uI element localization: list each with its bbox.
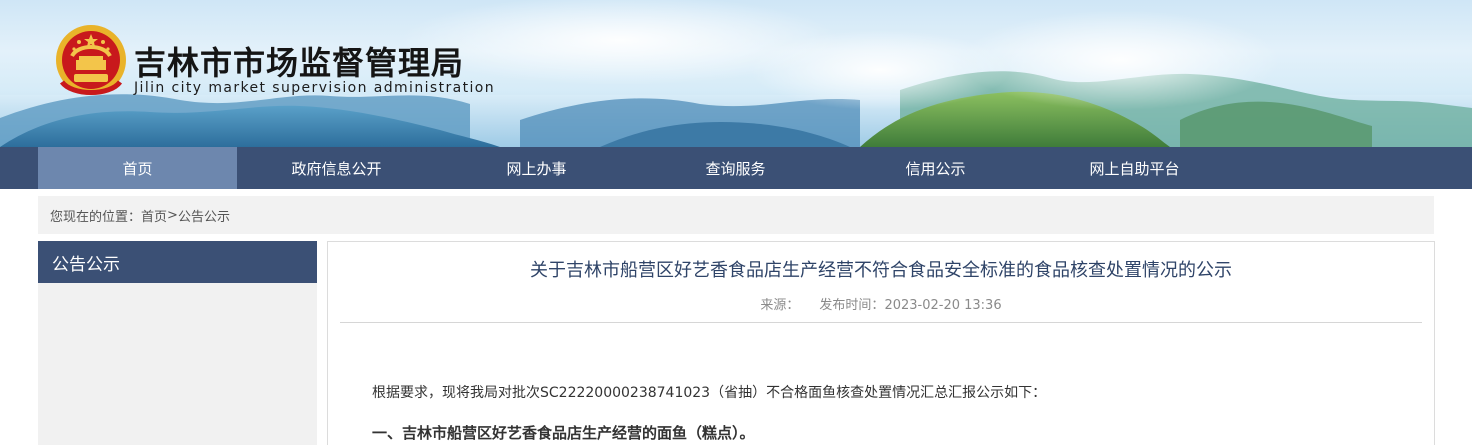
breadcrumb: 您现在的位置： 首页 > 公告公示 <box>38 196 1434 234</box>
breadcrumb-home-link[interactable]: 首页 <box>141 206 167 225</box>
sidebar: 公告公示 <box>38 241 317 445</box>
nav-item-self-service[interactable]: 网上自助平台 <box>1035 147 1234 189</box>
article-intro: 根据要求，现将我局对批次SC22220000238741023（省抽）不合格面鱼… <box>372 385 1047 401</box>
national-emblem-icon <box>56 25 126 95</box>
sidebar-heading: 公告公示 <box>38 241 317 283</box>
source-label: 来源： <box>760 298 800 313</box>
article-panel: 关于吉林市船营区好艺香食品店生产经营不符合食品安全标准的食品核查处置情况的公示 … <box>327 241 1435 445</box>
article-meta: 来源： 发布时间：2023-02-20 13:36 <box>328 294 1434 313</box>
publish-time: 2023-02-20 13:36 <box>884 298 1002 313</box>
article-section-heading: 一、吉林市船营区好艺香食品店生产经营的面鱼（糕点）。 <box>372 424 755 442</box>
title-divider <box>340 322 1422 323</box>
breadcrumb-prefix: 您现在的位置： <box>50 209 142 225</box>
article-title: 关于吉林市船营区好艺香食品店生产经营不符合食品安全标准的食品核查处置情况的公示 <box>530 260 1232 281</box>
nav-item-credit-disclosure[interactable]: 信用公示 <box>836 147 1035 189</box>
nav-item-home[interactable]: 首页 <box>38 147 237 189</box>
main-nav: 首页 政府信息公开 网上办事 查询服务 信用公示 网上自助平台 <box>0 147 1472 189</box>
breadcrumb-separator: > <box>167 207 178 223</box>
site-subtitle: Jilin city market supervision administra… <box>134 80 496 96</box>
breadcrumb-current-link[interactable]: 公告公示 <box>178 206 230 225</box>
publish-time-label: 发布时间： <box>819 298 885 313</box>
header-banner: 吉林市市场监督管理局 Jilin city market supervision… <box>0 0 1472 147</box>
site-title: 吉林市市场监督管理局 <box>134 44 465 82</box>
nav-item-gov-info[interactable]: 政府信息公开 <box>237 147 436 189</box>
nav-item-online-services[interactable]: 网上办事 <box>437 147 636 189</box>
nav-item-query-services[interactable]: 查询服务 <box>636 147 835 189</box>
